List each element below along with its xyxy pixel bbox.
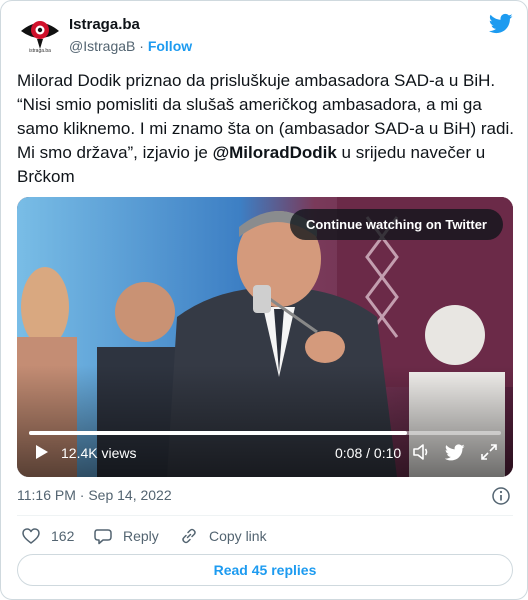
reply-icon (94, 529, 112, 545)
copy-link-label: Copy link (209, 528, 267, 544)
video-controls: 12.4K views 0:08 / 0:10 (17, 421, 513, 477)
reply-label: Reply (123, 528, 159, 544)
volume-icon[interactable] (411, 442, 431, 462)
twitter-bird-icon[interactable] (445, 442, 465, 462)
follow-button[interactable]: Follow (148, 38, 192, 54)
progress-bar[interactable] (29, 431, 501, 435)
reply-button[interactable]: Reply (93, 525, 159, 547)
divider (17, 515, 513, 516)
play-icon[interactable] (31, 442, 51, 462)
fullscreen-icon[interactable] (479, 442, 499, 462)
like-count: 162 (51, 528, 75, 544)
separator-dot: · (139, 38, 144, 54)
avatar[interactable]: istraga.ba (17, 11, 63, 57)
info-icon[interactable] (491, 486, 511, 506)
author-handle[interactable]: @IstragaB (69, 38, 135, 54)
tweet-actions: 162 Reply Copy link (17, 525, 513, 547)
avatar-caption: istraga.ba (29, 48, 51, 54)
heart-icon (22, 528, 40, 544)
author-handle-row: @IstragaB · Follow (69, 38, 192, 54)
tweet-card: istraga.ba Istraga.ba @IstragaB · Follow… (0, 0, 528, 600)
tweet-header: istraga.ba Istraga.ba @IstragaB · Follow (17, 11, 513, 59)
author-name[interactable]: Istraga.ba (69, 16, 140, 33)
video-player[interactable]: Continue watching on Twitter 12.4K views… (17, 197, 513, 477)
mention-link[interactable]: @MiloradDodik (213, 143, 337, 162)
video-time: 0:08 / 0:10 (335, 445, 402, 461)
twitter-bird-icon[interactable] (489, 11, 513, 35)
tweet-text: Milorad Dodik priznao da prisluškuje amb… (17, 69, 517, 189)
like-button[interactable]: 162 (21, 525, 74, 547)
view-count: 12.4K views (61, 445, 137, 461)
progress-bar-fill (29, 431, 407, 435)
tweet-timestamp[interactable]: 11:16 PM · Sep 14, 2022 (17, 487, 172, 503)
read-replies-button[interactable]: Read 45 replies (17, 554, 513, 586)
continue-watching-button[interactable]: Continue watching on Twitter (289, 209, 503, 240)
link-icon (182, 528, 196, 544)
copy-link-button[interactable]: Copy link (179, 525, 267, 547)
